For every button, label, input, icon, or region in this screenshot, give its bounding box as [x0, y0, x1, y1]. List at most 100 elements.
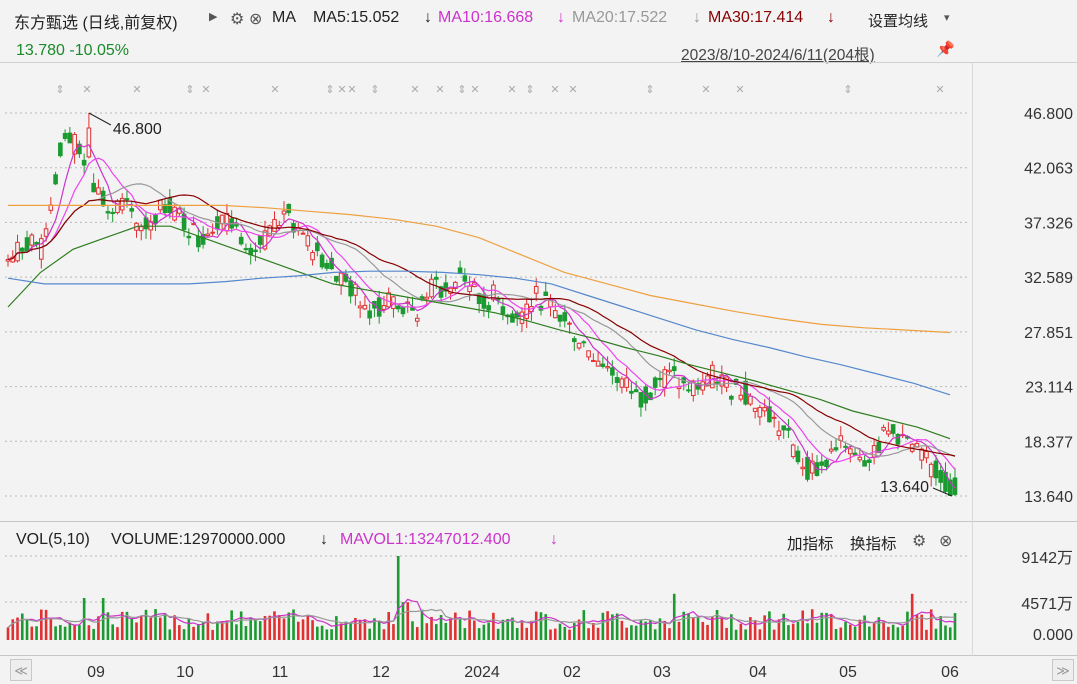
candle-body — [281, 210, 287, 215]
axis-separator — [0, 655, 1077, 656]
event-marker-icon: ✕ — [410, 84, 419, 96]
candle-body — [624, 377, 629, 388]
candle-body — [595, 360, 601, 367]
volume-bar — [663, 620, 667, 640]
volume-bar — [906, 611, 909, 640]
x-tick-label: 02 — [563, 664, 581, 681]
candle-body — [305, 235, 311, 247]
volume-bar — [948, 627, 952, 640]
volume-bar — [739, 623, 743, 640]
candle-body — [400, 307, 406, 315]
volume-bar — [258, 621, 262, 640]
volume-bar — [187, 618, 191, 640]
candle-body — [210, 231, 215, 234]
candle-body — [586, 350, 591, 358]
event-marker-icon: ✕ — [270, 84, 279, 96]
candle-body — [881, 426, 886, 431]
x-tick-label: 05 — [839, 664, 857, 681]
candle-body — [253, 249, 258, 253]
volume-down-arrow: ↓ — [320, 531, 328, 548]
candle-body — [81, 159, 87, 166]
volume-bar — [668, 628, 671, 640]
volume-bar — [758, 629, 762, 640]
candle-body — [34, 241, 39, 245]
candle-body — [524, 303, 530, 319]
switch-indicator-button[interactable]: 换指标 — [850, 532, 897, 554]
volume-bar — [87, 625, 91, 640]
volume-bar — [868, 626, 871, 640]
candle-body — [324, 262, 330, 269]
volume-bar — [349, 622, 352, 640]
x-tick-label: 06 — [941, 664, 959, 681]
candle-body — [414, 317, 420, 322]
add-indicator-button[interactable]: 加指标 — [787, 532, 834, 554]
volume-bar — [468, 610, 471, 640]
candlestick-chart[interactable]: 46.800 42.063 37.326 32.589 27.851 23.114 18.3… — [0, 0, 1077, 684]
event-marker-icon: ⇕ — [370, 84, 379, 96]
volume-bar — [220, 621, 224, 640]
candle-body — [748, 395, 753, 405]
candle-body — [938, 470, 944, 483]
panel-separator — [0, 521, 1077, 522]
volume-bar — [449, 618, 452, 640]
candle-body — [729, 395, 734, 400]
candle-body — [833, 447, 839, 451]
candle-body — [714, 381, 720, 384]
candle-body — [543, 291, 549, 297]
ma-line — [7, 144, 956, 489]
event-marker-icon: ⇕ — [645, 84, 654, 96]
candle-body — [257, 235, 263, 245]
volume-bar — [734, 629, 738, 640]
volume-bar — [768, 611, 771, 640]
candle-body — [848, 448, 853, 455]
volume-bar — [197, 624, 200, 640]
volume-bar — [706, 624, 709, 640]
candle-body — [890, 424, 896, 434]
volume-bar — [701, 621, 705, 640]
scroll-left-button[interactable]: ≪ — [10, 659, 32, 681]
candle-body — [928, 463, 934, 478]
volume-bar — [896, 627, 900, 640]
candle-body — [591, 359, 596, 362]
candle-body — [510, 313, 515, 323]
volume-bar — [872, 623, 876, 640]
candle-body — [552, 310, 558, 319]
volume-bar — [163, 613, 167, 640]
scroll-right-button[interactable]: ≫ — [1052, 659, 1074, 681]
volume-tick-label: 4571万 — [1021, 596, 1073, 613]
x-tick-label: 12 — [372, 664, 390, 681]
candle-body — [124, 198, 130, 201]
volume-bar — [630, 625, 633, 640]
volume-bar — [44, 609, 48, 640]
candle-body — [457, 267, 463, 274]
volume-bar — [111, 624, 114, 640]
volume-bar — [515, 627, 519, 640]
volume-bar — [534, 611, 538, 640]
volume-bar — [406, 602, 410, 640]
indicator-gear-icon[interactable]: ⚙ — [912, 531, 926, 551]
indicator-close-icon[interactable]: ⊗ — [939, 531, 952, 551]
x-tick-label: 09 — [87, 664, 105, 681]
volume-bar — [696, 616, 700, 640]
volume-bar — [853, 626, 857, 640]
candle-body — [633, 389, 639, 393]
volume-bar — [844, 621, 847, 640]
volume-bar — [901, 625, 904, 640]
candle-body — [786, 428, 791, 431]
volume-bar — [282, 618, 286, 640]
volume-bar — [725, 627, 728, 640]
event-marker-icon: ✕ — [132, 84, 141, 96]
volume-bar — [925, 629, 928, 640]
volume-bar — [158, 617, 162, 640]
volume-bar — [882, 621, 885, 640]
candle-body — [205, 233, 211, 237]
event-marker-icon: ⇕ — [185, 84, 194, 96]
volume-bar — [49, 618, 53, 640]
volume-bar — [216, 621, 219, 640]
volume-tick-label: 9142万 — [1021, 550, 1073, 567]
volume-bar — [268, 615, 272, 640]
volume-bar — [6, 627, 10, 640]
event-marker-icon: ✕ — [701, 84, 710, 96]
candle-body — [600, 363, 606, 367]
price-tick-label: 13.640 — [1024, 489, 1073, 506]
